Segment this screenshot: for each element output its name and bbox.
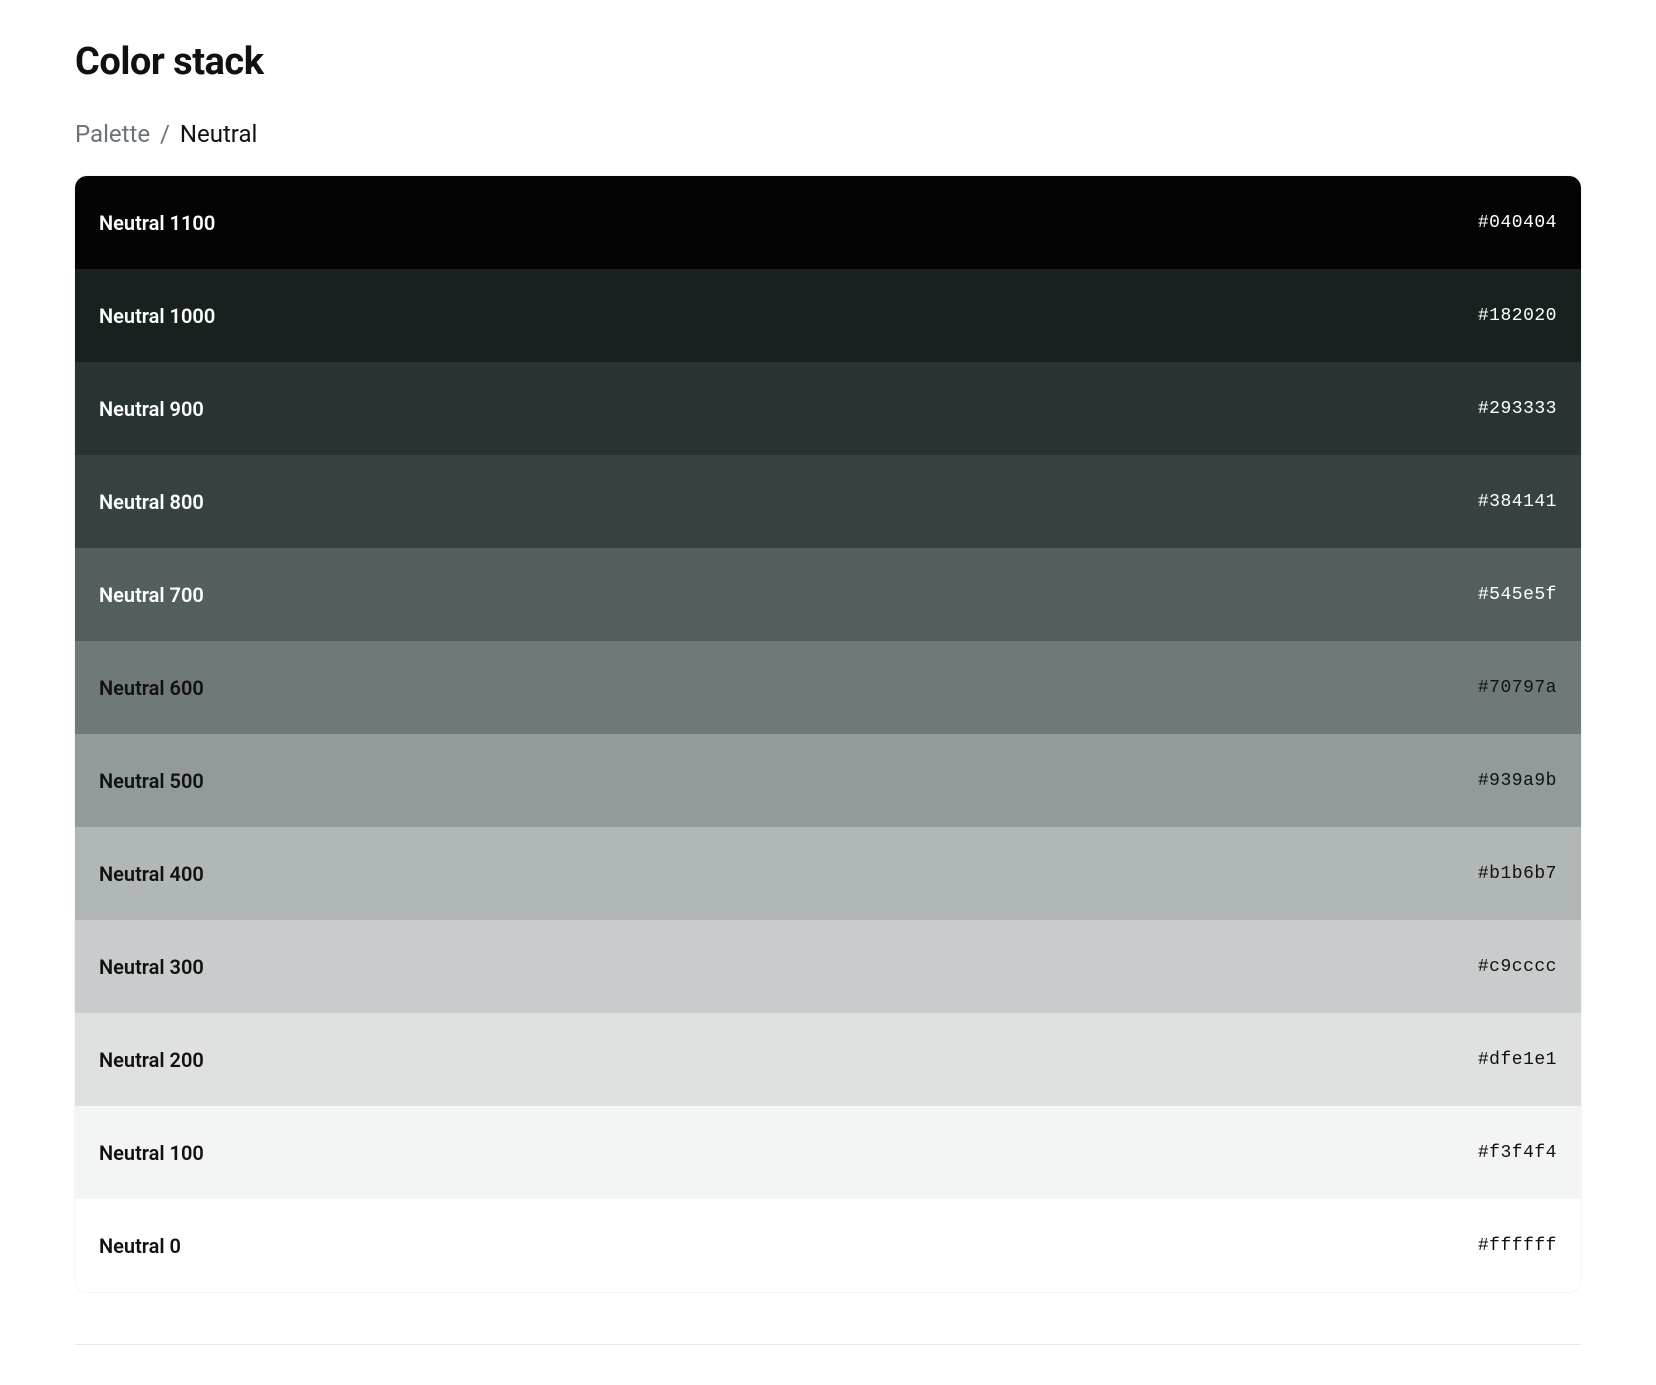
breadcrumb-current: Neutral: [180, 120, 257, 148]
swatch-name: Neutral 1100: [99, 211, 215, 235]
swatch-name: Neutral 400: [99, 862, 204, 886]
swatch-name: Neutral 200: [99, 1048, 204, 1072]
color-swatch[interactable]: Neutral 1100 #040404: [75, 176, 1581, 269]
color-swatch[interactable]: Neutral 600 #70797a: [75, 641, 1581, 734]
color-swatch[interactable]: Neutral 200 #dfe1e1: [75, 1013, 1581, 1106]
color-swatch[interactable]: Neutral 300 #c9cccc: [75, 920, 1581, 1013]
color-swatch[interactable]: Neutral 400 #b1b6b7: [75, 827, 1581, 920]
swatch-name: Neutral 800: [99, 490, 204, 514]
color-swatch[interactable]: Neutral 0 #ffffff: [75, 1199, 1581, 1292]
swatch-hex: #384141: [1478, 492, 1557, 512]
color-swatch[interactable]: Neutral 900 #293333: [75, 362, 1581, 455]
swatch-hex: #040404: [1478, 213, 1557, 233]
breadcrumb-parent[interactable]: Palette: [75, 120, 150, 148]
color-swatch[interactable]: Neutral 800 #384141: [75, 455, 1581, 548]
divider: [75, 1344, 1581, 1345]
swatch-name: Neutral 1000: [99, 304, 215, 328]
swatch-name: Neutral 700: [99, 583, 204, 607]
swatch-hex: #70797a: [1478, 678, 1557, 698]
swatch-hex: #dfe1e1: [1478, 1050, 1557, 1070]
swatch-name: Neutral 500: [99, 769, 204, 793]
swatch-hex: #c9cccc: [1478, 957, 1557, 977]
swatch-hex: #182020: [1478, 306, 1557, 326]
page-title: Color stack: [75, 40, 1581, 84]
swatch-hex: #939a9b: [1478, 771, 1557, 791]
swatch-name: Neutral 600: [99, 676, 204, 700]
color-swatch[interactable]: Neutral 100 #f3f4f4: [75, 1106, 1581, 1199]
color-stack: Neutral 1100#040404Neutral 1000#182020Ne…: [75, 176, 1581, 1292]
swatch-name: Neutral 300: [99, 955, 204, 979]
swatch-name: Neutral 0: [99, 1234, 181, 1258]
breadcrumb: Palette / Neutral: [75, 120, 1581, 148]
swatch-hex: #545e5f: [1478, 585, 1557, 605]
swatch-hex: #b1b6b7: [1478, 864, 1557, 884]
breadcrumb-separator: /: [160, 120, 170, 148]
swatch-name: Neutral 100: [99, 1141, 204, 1165]
color-swatch[interactable]: Neutral 1000 #182020: [75, 269, 1581, 362]
swatch-hex: #f3f4f4: [1478, 1143, 1557, 1163]
color-swatch[interactable]: Neutral 700 #545e5f: [75, 548, 1581, 641]
color-swatch[interactable]: Neutral 500 #939a9b: [75, 734, 1581, 827]
swatch-name: Neutral 900: [99, 397, 204, 421]
swatch-hex: #293333: [1478, 399, 1557, 419]
swatch-hex: #ffffff: [1478, 1236, 1557, 1256]
